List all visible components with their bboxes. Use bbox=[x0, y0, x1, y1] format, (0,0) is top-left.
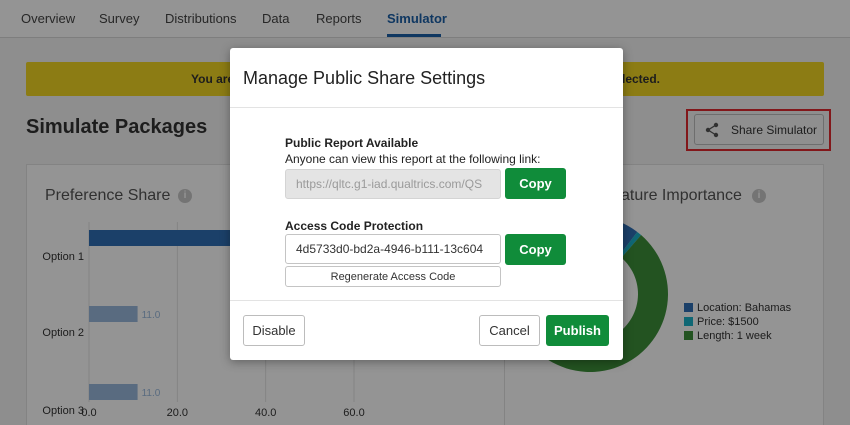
copy-code-button[interactable]: Copy bbox=[505, 234, 566, 265]
public-report-description: Anyone can view this report at the follo… bbox=[285, 152, 541, 166]
divider bbox=[230, 300, 623, 301]
share-settings-modal: Manage Public Share Settings Public Repo… bbox=[230, 48, 623, 360]
modal-title: Manage Public Share Settings bbox=[243, 68, 486, 88]
access-code-heading: Access Code Protection bbox=[285, 219, 424, 233]
cancel-button[interactable]: Cancel bbox=[479, 315, 540, 346]
public-link-field bbox=[285, 169, 501, 199]
regenerate-access-code-button[interactable]: Regenerate Access Code bbox=[285, 266, 501, 287]
publish-button[interactable]: Publish bbox=[546, 315, 609, 346]
divider bbox=[230, 107, 623, 108]
access-code-field[interactable] bbox=[285, 234, 501, 264]
public-report-heading: Public Report Available bbox=[285, 136, 419, 150]
disable-button[interactable]: Disable bbox=[243, 315, 305, 346]
copy-link-button[interactable]: Copy bbox=[505, 168, 566, 199]
